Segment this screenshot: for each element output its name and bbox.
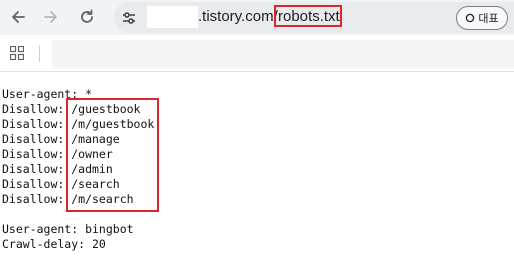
- forward-button[interactable]: [38, 4, 64, 30]
- disallow-paths-highlight: [66, 98, 159, 212]
- back-arrow-icon: [12, 11, 25, 23]
- circle-icon: [466, 13, 475, 23]
- forward-arrow-icon: [44, 11, 57, 23]
- bookmarks-bar: [0, 35, 514, 72]
- browser-toolbar: .tistory.com/ robots.txt 대표: [0, 0, 514, 35]
- bookmarks-area: [52, 40, 514, 68]
- redacted-subdomain: [147, 6, 198, 28]
- bookmarks-separator: [39, 45, 40, 62]
- site-settings-button[interactable]: [120, 9, 138, 27]
- reload-button[interactable]: [74, 4, 100, 30]
- site-settings-icon: [123, 12, 135, 24]
- url-host: .tistory.com/: [198, 8, 278, 25]
- back-button[interactable]: [5, 4, 31, 30]
- translate-label: 대표: [478, 13, 499, 25]
- url-path: robots.txt: [278, 8, 340, 25]
- reload-icon: [81, 9, 93, 23]
- crawl-delay-line: Crawl-delay: 20: [2, 237, 106, 251]
- translate-button[interactable]: 대표: [456, 6, 508, 30]
- user-agent-line: User-agent: bingbot: [2, 222, 134, 236]
- apps-grid-icon[interactable]: [10, 46, 24, 60]
